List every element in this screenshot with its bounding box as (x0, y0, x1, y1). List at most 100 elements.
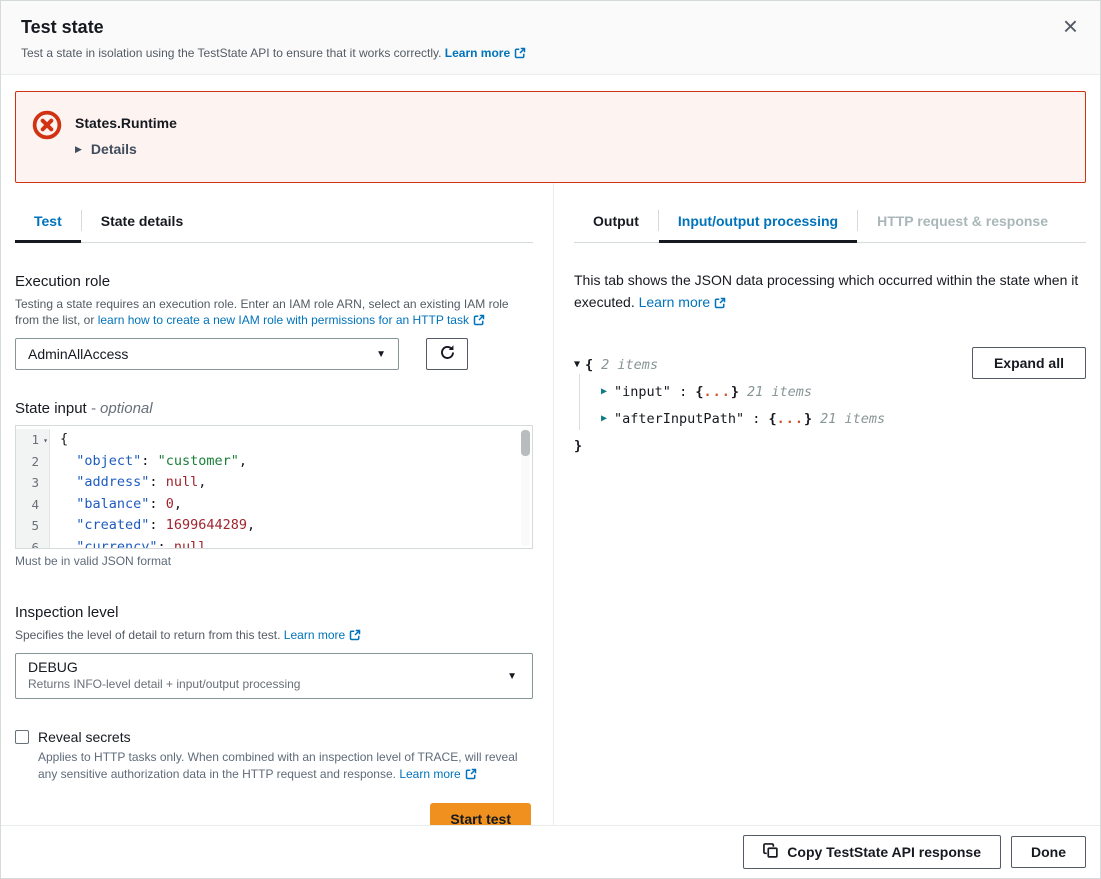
done-button[interactable]: Done (1011, 836, 1086, 868)
external-link-icon (714, 293, 726, 315)
editor-line: 4 "balance": 0, (16, 494, 532, 516)
inspection-level-description: Specifies the level of detail to return … (15, 627, 531, 645)
close-icon: × (1063, 11, 1078, 41)
editor-line: 3 "address": null, (16, 472, 532, 494)
tree-node-input: ▶ "input" : {...} 21 items (574, 378, 1086, 405)
copy-teststate-api-response-button[interactable]: Copy TestState API response (743, 835, 1001, 869)
expand-caret-icon: ▶ (75, 144, 82, 155)
execution-role-selected-value: AdminAllAccess (28, 346, 128, 362)
node-summary: {...} (695, 384, 739, 400)
done-button-label: Done (1031, 844, 1066, 860)
execution-role-select[interactable]: AdminAllAccess ▼ (15, 338, 399, 370)
inspection-level-label: Inspection level (15, 604, 533, 621)
error-details-expander[interactable]: ▶ Details (75, 141, 177, 157)
editor-line: 2 "object": "customer", (16, 451, 532, 473)
tree-close-row: } (574, 432, 1086, 459)
root-open-brace: { (585, 357, 593, 373)
modal-footer: Copy TestState API response Done (1, 825, 1100, 878)
line-number: 6 (16, 537, 50, 550)
fold-caret-icon[interactable]: ▾ (43, 430, 48, 452)
left-tab-bar: Test State details (15, 207, 533, 243)
line-number: 1▾ (16, 429, 50, 451)
inspection-learn-more-link[interactable]: Learn more (284, 628, 345, 642)
reveal-secrets-checkbox[interactable] (15, 730, 29, 744)
reveal-secrets-row: Reveal secrets (15, 729, 533, 745)
error-banner-content: States.Runtime ▶ Details (75, 110, 177, 164)
external-link-icon (465, 768, 477, 785)
close-modal-button[interactable]: × (1055, 9, 1086, 43)
inspection-level-value: DEBUG (28, 659, 498, 675)
node-item-count: 21 items (820, 411, 885, 427)
node-colon: : (671, 384, 695, 400)
state-input-label: State input - optional (15, 400, 533, 417)
editor-line: 6 "currency": null (16, 537, 532, 550)
reveal-secrets-learn-more-link[interactable]: Learn more (399, 767, 460, 781)
node-summary: {...} (768, 411, 812, 427)
node-colon: : (744, 411, 768, 427)
test-panel: Test State details Execution role Testin… (1, 183, 554, 827)
editor-scrollbar[interactable] (521, 428, 530, 546)
line-number: 3 (16, 472, 50, 494)
error-icon (32, 110, 62, 164)
tree-guideline (579, 374, 580, 430)
code-text: "object": "customer", (50, 451, 247, 473)
tab-input-output-processing[interactable]: Input/output processing (659, 207, 857, 242)
tab-description: This tab shows the JSON data processing … (574, 269, 1086, 315)
line-number: 2 (16, 451, 50, 473)
editor-line: 5 "created": 1699644289, (16, 515, 532, 537)
json-tree-view: Expand all ▼ { 2 items ▶ "input" : {...}… (574, 351, 1086, 459)
error-title: States.Runtime (75, 110, 177, 131)
tab-state-details[interactable]: State details (82, 207, 202, 242)
node-item-count: 21 items (747, 384, 812, 400)
json-validation-hint: Must be in valid JSON format (15, 554, 533, 568)
expand-all-button[interactable]: Expand all (972, 347, 1086, 379)
test-state-modal: { "header": { "title": "Test state", "de… (0, 0, 1101, 879)
tab-http-request-response: HTTP request & response (858, 207, 1067, 242)
scrollbar-thumb[interactable] (521, 430, 530, 456)
copy-icon (763, 843, 778, 861)
external-link-icon (473, 314, 485, 330)
header-learn-more-link[interactable]: Learn more (445, 46, 510, 60)
tab-test[interactable]: Test (15, 207, 81, 242)
execution-role-label: Execution role (15, 273, 533, 290)
results-panel: Output Input/output processing HTTP requ… (554, 183, 1100, 827)
tab-output[interactable]: Output (574, 207, 658, 242)
code-text: "address": null, (50, 472, 206, 494)
right-tab-bar: Output Input/output processing HTTP requ… (574, 207, 1086, 243)
inspection-level-select[interactable]: DEBUG Returns INFO-level detail + input/… (15, 653, 533, 699)
expand-caret-icon[interactable]: ▶ (601, 413, 607, 424)
error-banner: States.Runtime ▶ Details (15, 91, 1086, 183)
node-key: "input" (614, 384, 671, 400)
reveal-secrets-label: Reveal secrets (38, 729, 131, 745)
state-input-optional-text: - optional (91, 400, 153, 417)
execution-role-row: AdminAllAccess ▼ (15, 338, 533, 370)
editor-line: 1▾ { (16, 429, 532, 451)
root-item-count: 2 items (601, 357, 658, 373)
code-text: { (50, 429, 68, 451)
state-input-label-text: State input (15, 400, 87, 417)
inspection-level-description-text: Specifies the level of detail to return … (15, 628, 284, 642)
inspection-level-value-description: Returns INFO-level detail + input/output… (28, 677, 498, 691)
line-number: 5 (16, 515, 50, 537)
code-text: "balance": 0, (50, 494, 182, 516)
collapse-caret-icon[interactable]: ▼ (574, 359, 580, 370)
processing-learn-more-link[interactable]: Learn more (639, 294, 711, 310)
refresh-roles-button[interactable] (426, 338, 468, 370)
external-link-icon (349, 629, 361, 645)
create-iam-role-link[interactable]: learn how to create a new IAM role with … (98, 313, 469, 327)
root-close-brace: } (574, 438, 582, 454)
modal-description-text: Test a state in isolation using the Test… (21, 46, 441, 60)
chevron-down-icon: ▼ (376, 349, 386, 360)
error-details-label: Details (91, 141, 137, 157)
modal-header: Test state Test a state in isolation usi… (1, 1, 1100, 75)
chevron-down-icon: ▼ (507, 671, 517, 682)
tree-node-after-input-path: ▶ "afterInputPath" : {...} 21 items (574, 405, 1086, 432)
modal-description: Test a state in isolation using the Test… (21, 46, 1080, 62)
code-text: "currency": null (50, 537, 206, 550)
external-link-icon (514, 47, 526, 62)
expand-caret-icon[interactable]: ▶ (601, 386, 607, 397)
line-number: 4 (16, 494, 50, 516)
modal-body: Test State details Execution role Testin… (1, 183, 1100, 827)
state-input-editor[interactable]: 1▾ { 2 "object": "customer", 3 "address"… (15, 425, 533, 549)
code-text: "created": 1699644289, (50, 515, 255, 537)
